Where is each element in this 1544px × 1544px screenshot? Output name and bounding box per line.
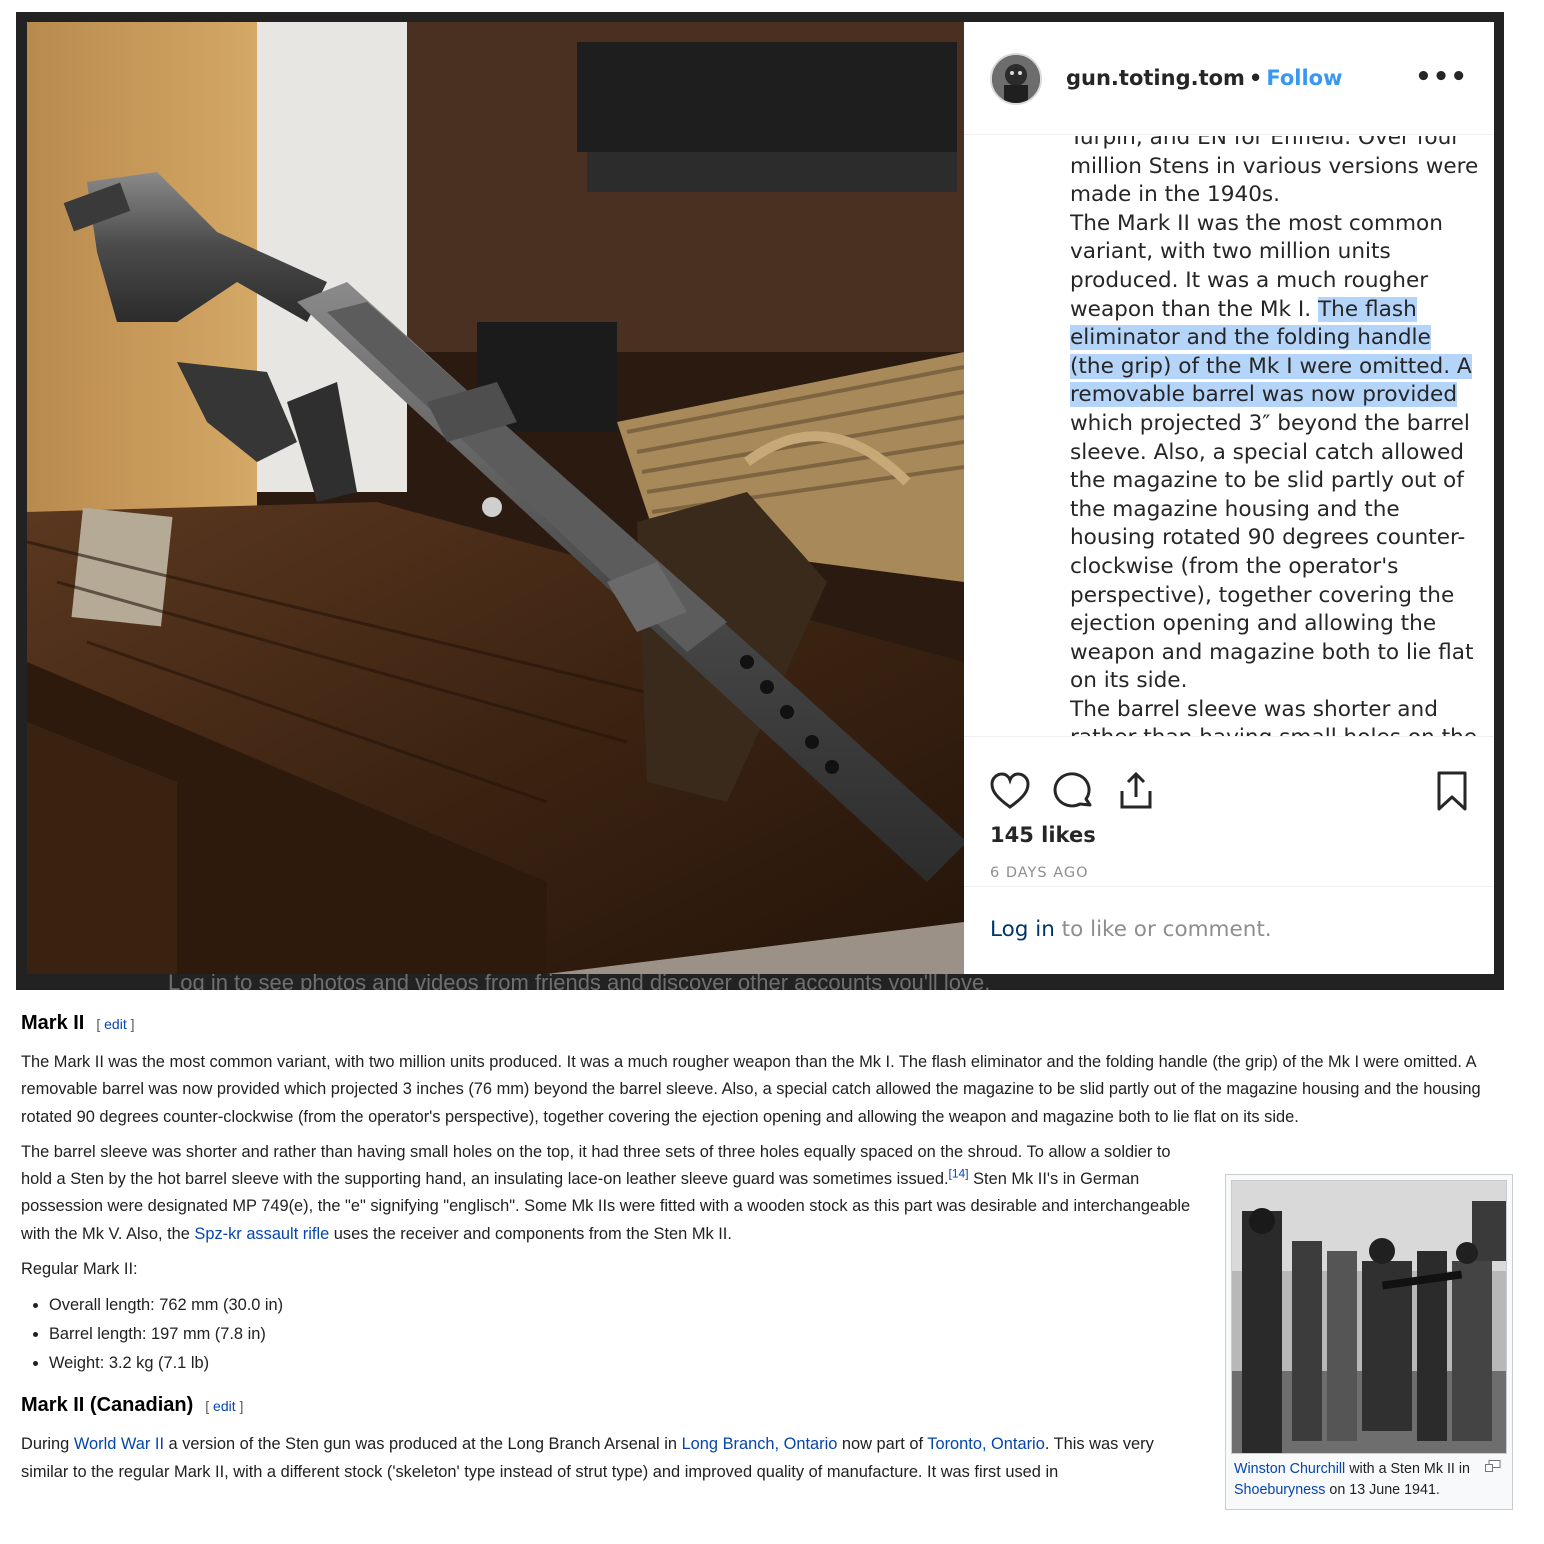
toronto-link[interactable]: Toronto, Ontario — [927, 1435, 1045, 1453]
login-link[interactable]: Log in — [990, 917, 1055, 942]
avatar[interactable] — [990, 53, 1042, 105]
heart-icon[interactable] — [988, 769, 1032, 813]
sten-gun-photo — [27, 22, 964, 974]
mark-ii-paragraph-2: The barrel sleeve was shorter and rather… — [21, 1139, 1196, 1248]
caption-text: Turpin, and EN for Enfield. Over four mi… — [1070, 136, 1480, 736]
mark-ii-canadian-paragraph: During World War II a version of the Ste… — [21, 1431, 1196, 1486]
thumbnail-caption: Winston Churchill with a Sten Mk II in S… — [1231, 1454, 1507, 1501]
section-heading-mark-ii: Mark II [ edit ] — [21, 1004, 1511, 1043]
login-prompt-text: to like or comment. — [1054, 917, 1272, 942]
spz-kr-link[interactable]: Spz-kr assault rifle — [194, 1225, 329, 1243]
caption-text-2: on 13 June 1941. — [1325, 1482, 1440, 1498]
caption-after: which projected 3″ beyond the barrel sle… — [1070, 410, 1477, 736]
churchill-photo[interactable] — [1231, 1180, 1507, 1454]
follow-button[interactable]: Follow — [1266, 66, 1342, 90]
long-branch-link[interactable]: Long Branch, Ontario — [682, 1435, 838, 1453]
post-header: gun.toting.tom • Follow ••• — [964, 22, 1494, 135]
heading-text: Mark II (Canadian) — [21, 1394, 194, 1417]
reference-14[interactable]: [14] — [949, 1167, 969, 1181]
edit-link[interactable]: edit — [104, 1016, 127, 1032]
separator-dot: • — [1248, 66, 1263, 90]
post-actions: 145 likes 6 DAYS AGO — [964, 736, 1494, 886]
edit-section: [ edit ] — [205, 1398, 244, 1415]
enlarge-icon[interactable] — [1485, 1460, 1501, 1472]
edit-section: [ edit ] — [96, 1016, 135, 1032]
caption-before: Turpin, and EN for Enfield. Over four mi… — [1070, 136, 1479, 322]
canadian-text-c: now part of — [837, 1435, 928, 1454]
likes-count[interactable]: 145 likes — [990, 823, 1096, 847]
post-author: gun.toting.tom • Follow — [1066, 66, 1343, 90]
heading-text: Mark II — [21, 1012, 85, 1034]
post-photo[interactable] — [27, 22, 964, 974]
caption-scroll-area[interactable]: Turpin, and EN for Enfield. Over four mi… — [1070, 136, 1480, 736]
mark-ii-paragraph-1: The Mark II was the most common variant,… — [21, 1053, 1481, 1126]
world-war-ii-link[interactable]: World War II — [74, 1435, 164, 1453]
caption-text-1: with a Sten Mk II in — [1345, 1461, 1470, 1477]
post-timestamp: 6 DAYS AGO — [990, 865, 1089, 881]
para2-text-c: uses the receiver and components from th… — [329, 1224, 732, 1243]
post-side-panel: gun.toting.tom • Follow ••• Turpin, and EN… — [964, 22, 1494, 974]
bookmark-icon[interactable] — [1430, 769, 1474, 813]
churchill-thumbnail: Winston Churchill with a Sten Mk II in S… — [1225, 1174, 1513, 1510]
more-options-icon[interactable]: ••• — [1415, 62, 1468, 92]
canadian-text-b: a version of the Sten gun was produced a… — [164, 1435, 682, 1454]
churchill-link[interactable]: Winston Churchill — [1234, 1461, 1345, 1477]
avatar-image — [992, 55, 1040, 103]
share-icon[interactable] — [1114, 769, 1158, 813]
churchill-photo-image — [1232, 1181, 1506, 1453]
login-prompt: Log in to like or comment. — [964, 886, 1494, 974]
shoeburyness-link[interactable]: Shoeburyness — [1234, 1482, 1325, 1498]
edit-link[interactable]: edit — [213, 1398, 236, 1414]
comment-icon[interactable] — [1052, 769, 1096, 813]
canadian-text-a: During — [21, 1435, 74, 1454]
username-link[interactable]: gun.toting.tom — [1066, 66, 1245, 90]
